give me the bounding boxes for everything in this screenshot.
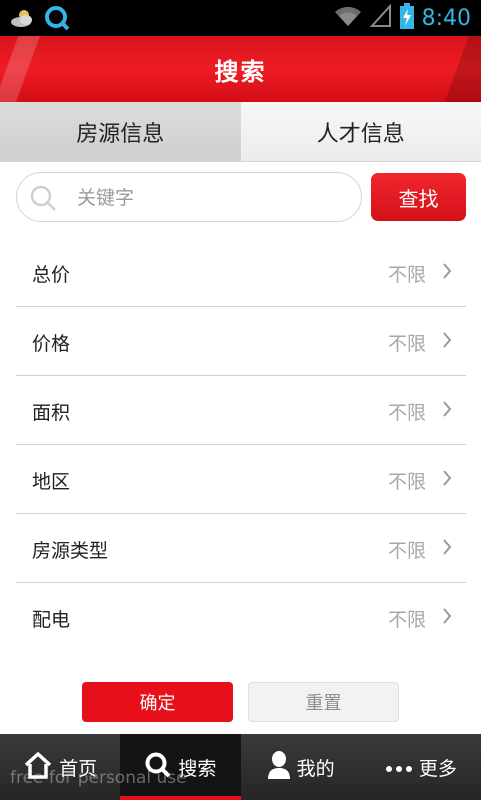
- status-time: 8:40: [421, 5, 471, 31]
- nav-item-mine[interactable]: 我的: [241, 734, 361, 800]
- filter-row-price[interactable]: 价格 不限: [16, 307, 466, 376]
- nav-item-search[interactable]: 搜索: [120, 734, 241, 800]
- filter-row-property-type[interactable]: 房源类型 不限: [16, 514, 466, 583]
- bottom-nav: 首页 搜索 我的 更多: [0, 734, 481, 800]
- filter-label: 价格: [32, 333, 71, 355]
- filter-value: 不限: [387, 333, 426, 355]
- status-bar: 8:40: [0, 0, 481, 36]
- filter-label: 总价: [32, 264, 71, 286]
- search-box: [16, 172, 362, 222]
- page-title: 搜索: [214, 58, 267, 86]
- chevron-right-icon: [442, 608, 452, 628]
- tab-talent-info[interactable]: 人才信息: [240, 102, 481, 161]
- user-icon: [267, 750, 291, 785]
- filter-value: 不限: [387, 402, 426, 424]
- confirm-button[interactable]: 确定: [82, 682, 233, 722]
- chevron-right-icon: [442, 401, 452, 421]
- status-right-icons: 8:40: [334, 3, 471, 33]
- filter-label: 地区: [32, 471, 71, 493]
- nav-label: 更多: [418, 757, 457, 780]
- nav-label: 首页: [59, 757, 98, 780]
- app-notification-icon: [44, 5, 70, 35]
- search-button[interactable]: 查找: [371, 173, 466, 221]
- search-input[interactable]: [77, 185, 347, 211]
- filter-list: 总价 不限 价格 不限 面积 不限 地区 不限 房源类型 不限 配电 不限: [16, 238, 466, 652]
- filter-value: 不限: [387, 471, 426, 493]
- filter-value: 不限: [387, 609, 426, 631]
- filter-row-power-supply[interactable]: 配电 不限: [16, 583, 466, 652]
- filter-label: 房源类型: [32, 540, 109, 562]
- reset-button[interactable]: 重置: [248, 682, 399, 722]
- wifi-icon: [334, 4, 362, 32]
- nav-item-home[interactable]: 首页: [0, 734, 120, 800]
- chevron-right-icon: [442, 332, 452, 352]
- weather-icon: [10, 7, 36, 33]
- filter-label: 配电: [32, 609, 71, 631]
- more-icon: [385, 756, 413, 778]
- search-icon: [144, 751, 172, 784]
- filter-label: 面积: [32, 402, 71, 424]
- search-icon: [29, 184, 57, 216]
- home-icon: [23, 750, 53, 785]
- battery-charging-icon: [399, 3, 414, 33]
- filter-value: 不限: [387, 540, 426, 562]
- filter-row-region[interactable]: 地区 不限: [16, 445, 466, 514]
- cell-signal-icon: [369, 3, 392, 32]
- tab-bar: 房源信息 人才信息: [0, 102, 481, 162]
- chevron-right-icon: [442, 539, 452, 559]
- nav-label: 我的: [296, 757, 335, 780]
- status-left-icons: [10, 5, 70, 35]
- chevron-right-icon: [442, 263, 452, 283]
- nav-item-more[interactable]: 更多: [361, 734, 481, 800]
- filter-row-total-price[interactable]: 总价 不限: [16, 238, 466, 307]
- nav-label: 搜索: [178, 757, 217, 780]
- tab-property-info[interactable]: 房源信息: [0, 102, 241, 161]
- title-bar: 搜索: [0, 36, 481, 102]
- filter-row-area[interactable]: 面积 不限: [16, 376, 466, 445]
- filter-value: 不限: [387, 264, 426, 286]
- chevron-right-icon: [442, 470, 452, 490]
